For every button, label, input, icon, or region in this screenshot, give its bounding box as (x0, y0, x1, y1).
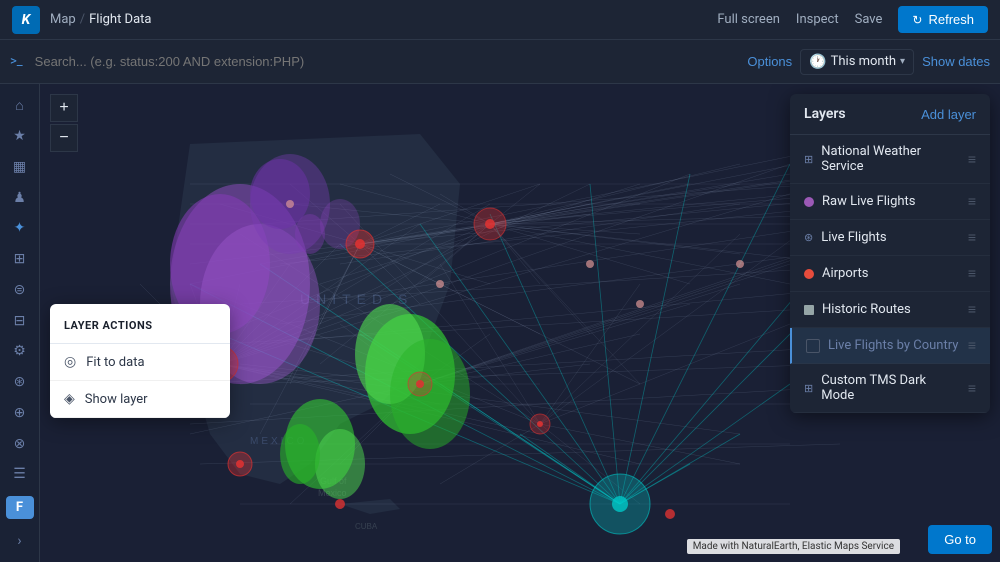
show-layer-action[interactable]: ◈ Show layer (50, 381, 230, 418)
sidebar-icon-home[interactable]: ⌂ (4, 92, 36, 119)
sidebar-icon-settings[interactable]: ⊜ (4, 277, 36, 304)
sidebar-icon-config[interactable]: ⊕ (4, 400, 36, 427)
layers-panel: Layers Add layer ⊞ National Weather Serv… (790, 94, 990, 413)
inspect-link[interactable]: Inspect (796, 12, 839, 27)
layer-item-live-flights[interactable]: ⊛ Live Flights ≡ (790, 220, 990, 256)
layer-name-raw: Raw Live Flights (822, 194, 960, 209)
dot-icon-airports (804, 269, 814, 279)
sidebar-icon-report[interactable]: ☰ (4, 461, 36, 488)
clock-icon: 🕐 (809, 54, 826, 70)
zoom-out-button[interactable]: − (50, 124, 78, 152)
grid-icon-tms: ⊞ (804, 382, 813, 395)
drag-handle-live: ≡ (968, 229, 976, 246)
layer-item-live-by-country[interactable]: Live Flights by Country ≡ (790, 328, 990, 364)
drag-handle-country: ≡ (968, 337, 976, 354)
map-attribution: Made with NaturalEarth, Elastic Maps Ser… (687, 539, 900, 554)
sidebar-icon-monitor[interactable]: ⊛ (4, 369, 36, 396)
sidebar-icon-graph[interactable]: ⊞ (4, 246, 36, 273)
fit-label: Fit to data (86, 355, 144, 370)
network-icon: ⊛ (804, 231, 813, 244)
grid-icon: ⊞ (804, 153, 813, 166)
fit-icon: ◎ (64, 354, 76, 370)
refresh-icon: ↻ (912, 13, 922, 27)
layer-item-custom-tms[interactable]: ⊞ Custom TMS Dark Mode ≡ (790, 364, 990, 413)
save-link[interactable]: Save (855, 12, 883, 27)
drag-handle-historic: ≡ (968, 301, 976, 318)
refresh-button[interactable]: ↻ Refresh (898, 6, 988, 33)
layer-name-nws: National Weather Service (821, 144, 960, 174)
layer-item-airports[interactable]: Airports ≡ (790, 256, 990, 292)
breadcrumb-parent[interactable]: Map (50, 12, 76, 27)
map-background: Gulf of Mexico CUBA UNITED S MEXICO (40, 84, 1000, 562)
layer-name-historic: Historic Routes (822, 302, 960, 317)
search-prompt: >_ (10, 54, 23, 69)
show-dates-button[interactable]: Show dates (922, 54, 990, 69)
layer-name-live-country: Live Flights by Country (828, 338, 960, 353)
drag-handle-raw: ≡ (968, 193, 976, 210)
add-layer-button[interactable]: Add layer (921, 107, 976, 122)
sidebar-icon-expand[interactable]: › (4, 527, 36, 554)
layer-item-nws[interactable]: ⊞ National Weather Service ≡ (790, 135, 990, 184)
map-controls: + − (50, 94, 78, 152)
sidebar-icon-user[interactable]: ⊗ (4, 430, 36, 457)
user-avatar[interactable]: F (6, 496, 34, 519)
sidebar-icon-dashboard[interactable]: ▦ (4, 154, 36, 181)
layer-actions-popup: LAYER ACTIONS ◎ Fit to data ◈ Show layer (50, 304, 230, 418)
layer-item-historic[interactable]: Historic Routes ≡ (790, 292, 990, 328)
zoom-in-button[interactable]: + (50, 94, 78, 122)
layer-item-raw-live[interactable]: Raw Live Flights ≡ (790, 184, 990, 220)
top-nav: K Map / Flight Data Full screen Inspect … (0, 0, 1000, 40)
sidebar-icon-map[interactable]: ✦ (4, 215, 36, 242)
logo: K (12, 6, 40, 34)
layer-actions-title: LAYER ACTIONS (64, 319, 153, 332)
layer-name-airports: Airports (822, 266, 960, 281)
fit-to-data-action[interactable]: ◎ Fit to data (50, 344, 230, 381)
dot-icon-raw (804, 197, 814, 207)
search-input[interactable] (35, 54, 740, 69)
breadcrumb-current: Flight Data (89, 12, 151, 27)
show-label: Show layer (85, 392, 148, 407)
goto-button[interactable]: Go to (928, 525, 992, 554)
app-container: K Map / Flight Data Full screen Inspect … (0, 0, 1000, 562)
sidebar-icon-tools[interactable]: ⚙ (4, 338, 36, 365)
drag-handle-tms: ≡ (968, 380, 976, 397)
drag-handle-nws: ≡ (968, 151, 976, 168)
breadcrumb-sep: / (80, 12, 85, 27)
layer-name-live: Live Flights (821, 230, 960, 245)
layers-header: Layers Add layer (790, 94, 990, 135)
breadcrumb: Map / Flight Data (50, 12, 151, 27)
map-area[interactable]: Gulf of Mexico CUBA UNITED S MEXICO (40, 84, 1000, 562)
checkbox-live-country[interactable] (806, 339, 820, 353)
square-icon-historic (804, 305, 814, 315)
svg-text:CUBA: CUBA (355, 522, 378, 531)
time-period: This month (831, 54, 896, 69)
drag-handle-airports: ≡ (968, 265, 976, 282)
options-button[interactable]: Options (747, 54, 792, 69)
sidebar-icon-favorites[interactable]: ★ (4, 123, 36, 150)
layer-name-tms: Custom TMS Dark Mode (821, 373, 960, 403)
search-bar: >_ Options 🕐 This month ▾ Show dates (0, 40, 1000, 84)
chevron-down-icon: ▾ (900, 56, 905, 67)
sidebar-icon-layers[interactable]: ⊟ (4, 307, 36, 334)
left-sidebar: ⌂ ★ ▦ ♟ ✦ ⊞ ⊜ ⊟ ⚙ ⊛ ⊕ ⊗ ☰ F › (0, 84, 40, 562)
fullscreen-link[interactable]: Full screen (717, 12, 780, 27)
time-picker[interactable]: 🕐 This month ▾ (800, 49, 914, 75)
layers-title: Layers (804, 106, 846, 122)
sidebar-icon-person[interactable]: ♟ (4, 184, 36, 211)
top-nav-actions: Full screen Inspect Save ↻ Refresh (717, 6, 988, 33)
show-icon: ◈ (64, 391, 75, 407)
main-content: ⌂ ★ ▦ ♟ ✦ ⊞ ⊜ ⊟ ⚙ ⊛ ⊕ ⊗ ☰ F › (0, 84, 1000, 562)
layer-actions-header: LAYER ACTIONS (50, 304, 230, 344)
